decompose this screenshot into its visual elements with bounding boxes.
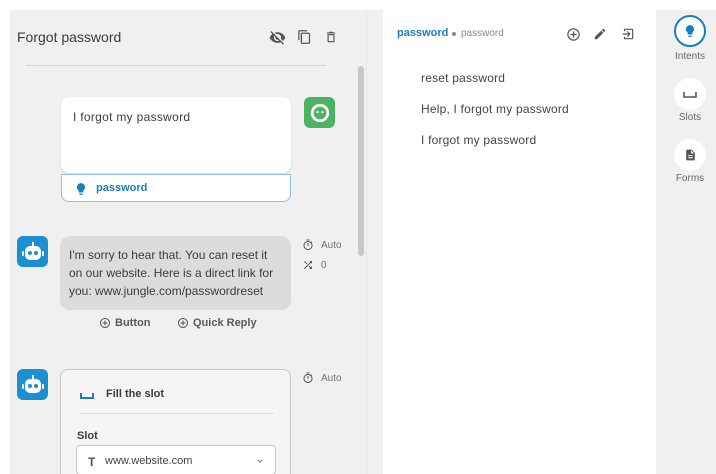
slot-delay-label: Auto (321, 372, 342, 384)
slot-select[interactable]: T www.website.com (76, 445, 276, 474)
slot-icon (674, 78, 706, 110)
robot-icon (21, 374, 44, 393)
rail-item-intents[interactable]: Intents (664, 15, 716, 71)
lightbulb-icon (76, 183, 86, 195)
app-frame: Forgot password I forgot my password pas… (0, 0, 716, 474)
add-quick-reply-button[interactable]: Quick Reply (177, 317, 257, 329)
utterance-item[interactable]: Help, I forgot my password (421, 102, 569, 116)
slot-card-divider (79, 413, 274, 414)
add-button-button[interactable]: Button (99, 317, 150, 329)
lightbulb-icon (674, 15, 706, 47)
document-icon (674, 139, 706, 171)
slot-card-title: Fill the slot (106, 388, 165, 400)
bot-random-count: 0 (321, 259, 327, 271)
bot-delay-control[interactable]: Auto (302, 239, 342, 251)
bot-delay-label: Auto (321, 239, 342, 251)
story-title: Forgot password (17, 29, 122, 45)
delete-icon[interactable] (322, 28, 340, 46)
bot-avatar (17, 369, 48, 400)
story-scrollbar[interactable] (358, 66, 364, 256)
visibility-off-icon[interactable] (268, 28, 286, 46)
rail-item-forms[interactable]: Forms (664, 139, 716, 195)
separator-dot (452, 32, 456, 36)
edit-icon[interactable] (592, 26, 608, 42)
add-circle-icon (178, 318, 188, 328)
add-quick-reply-label: Quick Reply (193, 317, 257, 329)
slot-delay-control[interactable]: Auto (302, 372, 342, 384)
slot-select-value: www.website.com (105, 455, 193, 467)
bot-random-control[interactable]: 0 (302, 259, 327, 271)
exit-panel-icon[interactable] (620, 26, 636, 42)
utterance-item[interactable]: I forgot my password (421, 133, 536, 147)
intent-panel: password password reset password Help, I… (383, 15, 656, 474)
add-circle-icon (100, 318, 110, 328)
intent-name[interactable]: password (397, 27, 448, 39)
rail-label-forms: Forms (675, 173, 705, 184)
copy-icon[interactable] (295, 28, 313, 46)
header-divider (26, 65, 326, 66)
utterance-item[interactable]: reset password (421, 71, 505, 85)
user-message-bubble[interactable]: I forgot my password (61, 97, 291, 173)
add-utterance-icon[interactable] (565, 26, 581, 42)
text-type-icon: T (88, 455, 96, 469)
story-header: Forgot password (10, 10, 366, 64)
timer-icon (303, 239, 313, 250)
bot-avatar (17, 236, 48, 267)
user-intent-label: password (96, 182, 148, 194)
chevron-down-icon (257, 459, 263, 463)
user-intent-chip[interactable]: password (61, 174, 291, 202)
user-face-icon (310, 103, 329, 122)
add-button-label: Button (115, 317, 151, 329)
right-nav-rail: Intents Slots Forms (664, 10, 716, 474)
slot-field-label: Slot (77, 430, 98, 442)
intent-subtitle: password (461, 28, 504, 39)
rail-label-intents: Intents (674, 51, 706, 62)
panel-gutter (656, 10, 664, 474)
robot-icon (21, 241, 44, 260)
rail-item-slots[interactable]: Slots (664, 78, 716, 134)
bot-message-bubble[interactable]: I'm sorry to hear that. You can reset it… (60, 236, 291, 310)
shuffle-icon (304, 261, 312, 269)
story-panel: Forgot password I forgot my password pas… (10, 10, 366, 474)
user-message-text: I forgot my password (73, 110, 191, 124)
user-avatar (304, 97, 335, 128)
slot-icon (80, 393, 94, 399)
rail-label-slots: Slots (678, 112, 702, 123)
fill-slot-card[interactable]: Fill the slot Slot T www.website.com (60, 369, 291, 474)
panel-gutter (367, 10, 383, 474)
timer-icon (303, 372, 313, 383)
